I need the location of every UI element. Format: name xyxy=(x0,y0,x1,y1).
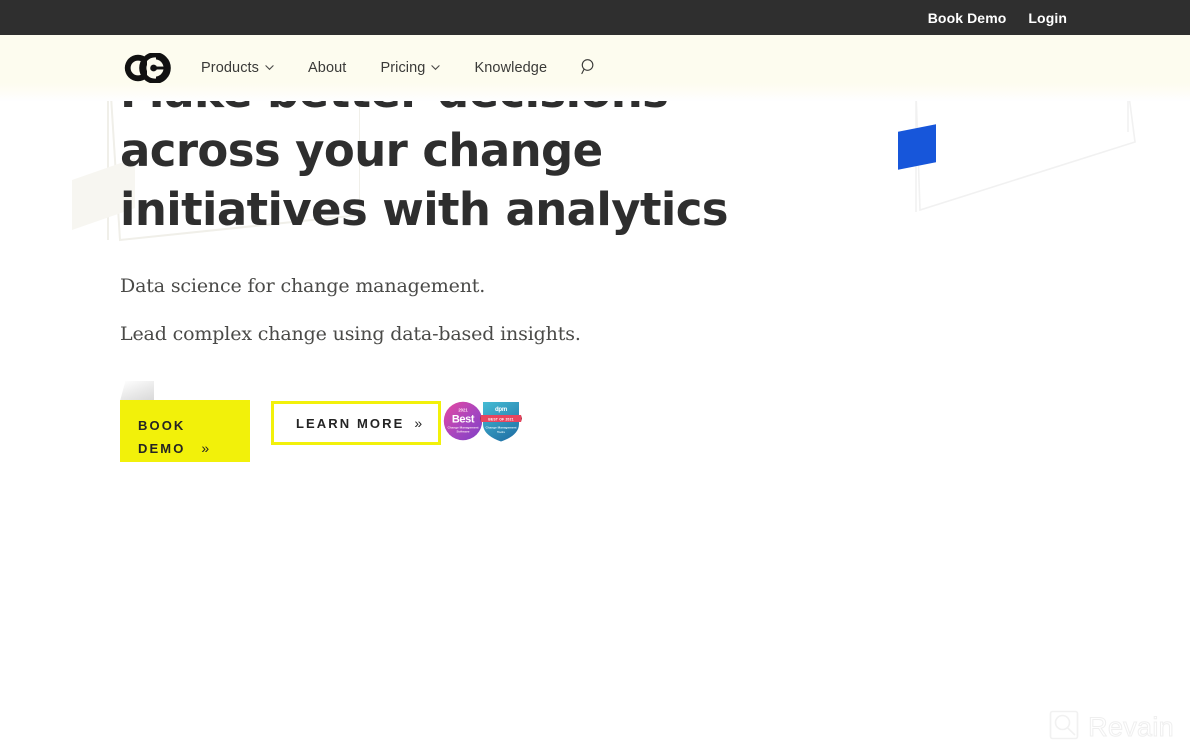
hero-content: Make better decisions across your change… xyxy=(120,62,740,347)
best-change-management-software-badge: 2021 Best Change Management Software xyxy=(444,401,483,441)
revain-watermark-label: Revain xyxy=(1088,712,1175,743)
logo-icon xyxy=(124,53,171,83)
svg-text:2021: 2021 xyxy=(459,408,469,413)
dpm-best-of-2021-badge: dpm BEST OF 2021 Change Management Tools xyxy=(480,402,523,442)
book-demo-label-line-1: BOOK xyxy=(138,418,186,433)
topbar-book-demo-link[interactable]: Book Demo xyxy=(928,11,1007,25)
learn-more-arrow-icon: » xyxy=(414,415,425,431)
page-fold-decoration xyxy=(120,381,154,401)
svg-text:dpm: dpm xyxy=(495,407,507,413)
nav-label-products: Products xyxy=(201,60,260,76)
decorative-blue-square xyxy=(898,124,936,170)
magnifier-square-icon xyxy=(1049,710,1079,745)
book-demo-wrapper: BOOK DEMO » xyxy=(120,381,250,462)
nav-label-pricing: Pricing xyxy=(380,60,426,76)
site-logo[interactable] xyxy=(123,53,175,83)
nav-item-about[interactable]: About xyxy=(291,60,363,76)
chevron-down-icon xyxy=(431,63,441,72)
book-demo-label-line-2: DEMO xyxy=(138,441,186,456)
nav-item-products[interactable]: Products xyxy=(201,60,291,76)
hero-subtitle-1: Data science for change management. xyxy=(120,275,486,297)
search-button[interactable] xyxy=(576,54,601,82)
utility-bar: Book Demo Login xyxy=(0,0,1190,35)
learn-more-button[interactable]: LEARN MORE » xyxy=(271,401,442,445)
hero-subtitle-2: Lead complex change using data-based ins… xyxy=(120,323,581,345)
nav-label-about: About xyxy=(308,60,347,76)
book-demo-arrow-icon: » xyxy=(201,440,212,456)
revain-watermark: Revain xyxy=(1049,710,1174,745)
learn-more-label: LEARN MORE xyxy=(296,415,405,431)
decorative-plane-right xyxy=(915,87,1136,212)
primary-navigation: Products About Pricing Knowledge xyxy=(201,54,601,82)
award-badges: 2021 Best Change Management Software dpm… xyxy=(443,398,523,444)
svg-text:Best: Best xyxy=(452,414,475,426)
svg-text:BEST OF 2021: BEST OF 2021 xyxy=(488,417,514,421)
nav-item-knowledge[interactable]: Knowledge xyxy=(457,60,564,76)
chevron-down-icon xyxy=(265,63,274,72)
svg-text:Software: Software xyxy=(457,430,470,434)
search-icon xyxy=(580,58,597,78)
topbar-login-link[interactable]: Login xyxy=(1028,11,1067,25)
svg-text:Tools: Tools xyxy=(497,430,505,434)
nav-label-knowledge: Knowledge xyxy=(474,60,548,76)
nav-item-pricing[interactable]: Pricing xyxy=(363,60,457,76)
cta-button-row: BOOK DEMO » LEARN MORE » 2021 Best Change… xyxy=(120,381,523,462)
book-demo-button[interactable]: BOOK DEMO » xyxy=(120,400,250,462)
site-header: Products About Pricing Knowledge xyxy=(0,35,1190,101)
